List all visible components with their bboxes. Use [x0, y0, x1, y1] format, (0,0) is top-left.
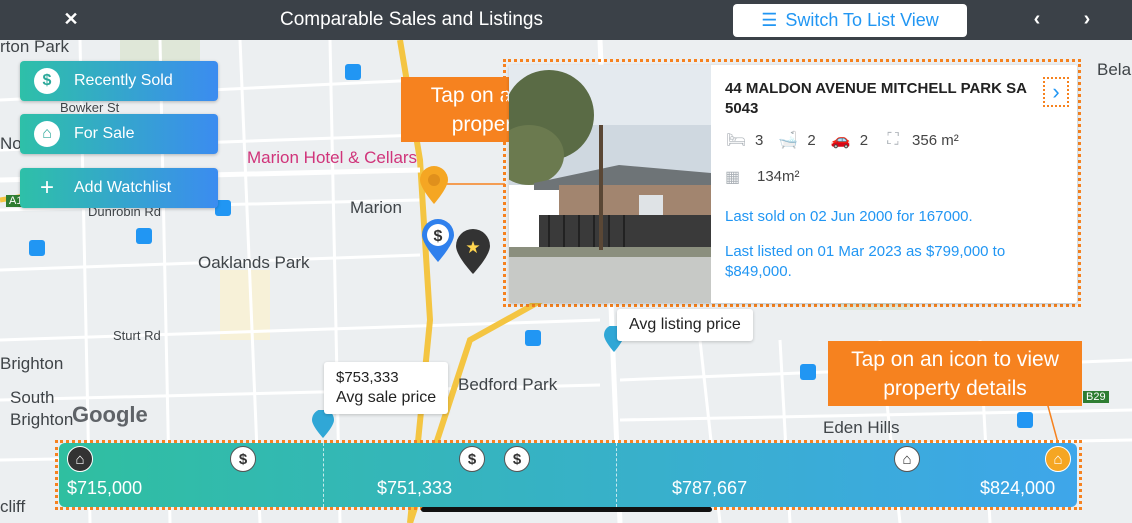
dollar-icon: $: [34, 68, 60, 94]
car-count: 2: [859, 131, 869, 149]
price-label-max: $824,000: [980, 478, 1056, 498]
add-watchlist-button[interactable]: + Add Watchlist: [20, 168, 218, 208]
map-label-sturt-rd: Sturt Rd: [113, 328, 161, 343]
floor-area-value: 134m²: [757, 167, 800, 185]
map-label-arton-park: rton Park: [0, 40, 69, 56]
map-label-marion: Marion: [350, 198, 402, 217]
map-label-bedford-park: Bedford Park: [458, 375, 558, 394]
map-label-no: No: [0, 134, 22, 153]
road-shield-b29: B29: [1083, 391, 1109, 403]
map-label-brighton: Brighton: [0, 354, 64, 373]
map-label-eden-hills: Eden Hills: [823, 418, 900, 437]
close-icon[interactable]: ✕: [60, 8, 82, 30]
land-size-icon: ⛶: [887, 131, 899, 148]
price-label-q2: $787,667: [672, 478, 748, 498]
bus-stop-icon: [29, 240, 45, 256]
land-size: 356 m²: [912, 131, 959, 149]
property-photo[interactable]: [509, 65, 711, 303]
list-icon: ☰: [761, 10, 778, 30]
filter-label: Recently Sold: [74, 72, 173, 89]
price-range-bar[interactable]: ⌂ $ $ $ ⌂ ⌂ $715,000 $751,333 $787,667 $…: [59, 443, 1077, 507]
bed-icon: 🛏: [725, 132, 747, 149]
sold-dollar-icon[interactable]: $: [459, 446, 485, 472]
switch-to-list-view-button[interactable]: ☰ Switch To List View: [733, 4, 967, 37]
last-listed-text: Last listed on 01 Mar 2023 as $799,000 t…: [725, 243, 1006, 280]
sold-dollar-icon[interactable]: $: [230, 446, 256, 472]
filter-label: Add Watchlist: [74, 179, 172, 196]
plus-icon: +: [39, 174, 54, 201]
page-title: Comparable Sales and Listings: [280, 9, 543, 30]
for-sale-home-icon[interactable]: ⌂: [894, 446, 920, 472]
avg-sale-value: $753,333: [336, 369, 399, 386]
train-station-icon: [525, 330, 541, 346]
train-station-icon: [345, 64, 361, 80]
floor-plan-icon: ▦: [725, 169, 741, 186]
card-chevron-right-icon[interactable]: ›: [1043, 77, 1069, 107]
filter-for-sale-button[interactable]: ⌂ For Sale: [20, 114, 218, 154]
google-logo: Google: [72, 402, 148, 427]
bed-count: 3: [755, 131, 764, 149]
bath-icon: 🛁: [778, 132, 799, 149]
property-features: 🛏 3 🛁 2 🚗 2 ⛶ 356 m²: [725, 131, 959, 149]
price-label-q1: $751,333: [377, 478, 453, 498]
map-label-south-brighton: South Brighton: [10, 388, 74, 429]
bus-stop-icon: [800, 364, 816, 380]
filter-label: For Sale: [74, 125, 135, 142]
bus-stop-icon: [136, 228, 152, 244]
sold-map-pin[interactable]: $: [420, 218, 456, 264]
map-label-marion-hotel: Marion Hotel & Cellars: [247, 148, 418, 167]
property-card[interactable]: 44 MALDON AVENUE MITCHELL PARK SA 5043 ›…: [509, 65, 1077, 303]
bath-count: 2: [807, 131, 816, 149]
icon-hint-callout: Tap on an icon to view property details: [828, 341, 1082, 406]
price-divider: [616, 443, 617, 507]
watchlist-map-pin[interactable]: ★: [454, 228, 492, 276]
top-bar: ✕ Comparable Sales and Listings ☰ Switch…: [0, 0, 1132, 40]
avg-sale-map-pin[interactable]: [311, 410, 335, 440]
switch-label: Switch To List View: [785, 10, 939, 30]
chevron-right-icon[interactable]: ›: [1076, 8, 1098, 30]
selected-home-icon[interactable]: ⌂: [1045, 446, 1071, 472]
car-icon: 🚗: [830, 132, 851, 149]
home-icon: ⌂: [34, 121, 60, 147]
map-label-oaklands-park: Oaklands Park: [198, 253, 310, 272]
avg-sale-label: Avg sale price: [336, 389, 437, 406]
svg-text:$: $: [434, 228, 443, 245]
map-label-cliff: cliff: [0, 497, 26, 516]
svg-text:★: ★: [465, 238, 480, 258]
avg-sale-tooltip: $753,333 Avg sale price: [324, 362, 449, 414]
last-sold-text: Last sold on 02 Jun 2000 for 167000.: [725, 208, 973, 225]
train-station-icon: [1017, 412, 1033, 428]
avg-listing-tooltip: Avg listing price: [617, 309, 753, 341]
orange-map-pin[interactable]: [418, 166, 450, 206]
property-address: 44 MALDON AVENUE MITCHELL PARK SA 5043: [725, 80, 1027, 117]
chevron-left-icon[interactable]: ‹: [1026, 8, 1048, 30]
avg-listing-label: Avg listing price: [629, 316, 741, 333]
floor-area: ▦ 134m²: [725, 167, 800, 187]
filter-recently-sold-button[interactable]: $ Recently Sold: [20, 61, 218, 101]
map-label-bela: Bela: [1097, 60, 1132, 79]
map-label-bowker-st: Bowker St: [60, 100, 120, 115]
price-divider: [323, 443, 324, 507]
home-indicator: [421, 507, 712, 512]
sold-dollar-icon[interactable]: $: [504, 446, 530, 472]
for-sale-home-icon[interactable]: ⌂: [67, 446, 93, 472]
price-label-min: $715,000: [67, 478, 143, 498]
